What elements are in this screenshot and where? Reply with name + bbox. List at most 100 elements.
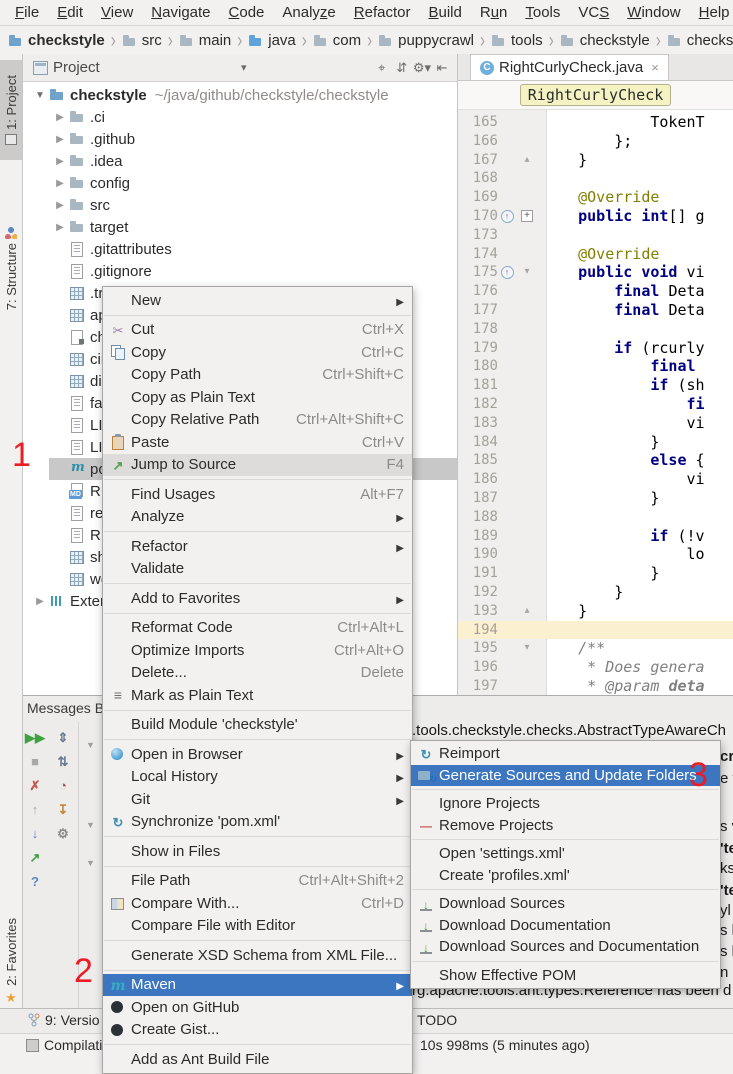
menu-bar-item[interactable]: Navigate: [142, 3, 219, 22]
tree-collapse-arrow-icon[interactable]: ▼: [86, 820, 95, 830]
code-line[interactable]: 181 if (sh: [458, 376, 733, 395]
tool-stripe-project-tab[interactable]: 1: Project: [0, 60, 22, 160]
suspend-icon[interactable]: ◔: [52, 774, 74, 798]
context-menu-item[interactable]: New: [103, 289, 412, 312]
context-menu-item[interactable]: Copy Relative Path Ctrl+Alt+Shift+C: [103, 409, 412, 432]
breadcrumb-item[interactable]: src ›: [122, 32, 179, 49]
context-menu-item[interactable]: Generate XSD Schema from XML File...: [103, 944, 412, 967]
menu-bar-item[interactable]: Build: [419, 3, 470, 22]
code-line[interactable]: 165 TokenT: [458, 113, 733, 132]
code-line[interactable]: 182 fi: [458, 395, 733, 414]
code-line[interactable]: 176 final Deta: [458, 282, 733, 301]
code-line[interactable]: 197 * @param deta: [458, 677, 733, 695]
fold-marker-icon[interactable]: [516, 639, 538, 658]
tree-row[interactable]: .idea: [23, 150, 457, 172]
tree-row[interactable]: config: [23, 172, 457, 194]
tree-row[interactable]: src: [23, 194, 457, 216]
context-menu-item[interactable]: Copy as Plain Text: [103, 386, 412, 409]
context-menu-item[interactable]: Analyze: [103, 506, 412, 529]
context-menu-item[interactable]: Open on GitHub: [103, 996, 412, 1019]
code-line[interactable]: 192 }: [458, 583, 733, 602]
context-menu-item[interactable]: Validate: [103, 558, 412, 581]
context-menu-item[interactable]: Maven: [103, 974, 412, 997]
breadcrumb-item[interactable]: java ›: [248, 32, 313, 49]
tool-stripe-favorites-tab[interactable]: 2: Favorites ★: [0, 907, 22, 1017]
context-menu-item[interactable]: Synchronize 'pom.xml': [103, 811, 412, 834]
version-control-tab[interactable]: 9: Versio: [28, 1012, 99, 1028]
tree-expand-arrow-icon[interactable]: [51, 200, 69, 211]
tree-expand-arrow-icon[interactable]: [51, 178, 69, 189]
tree-expand-arrow-icon[interactable]: [51, 222, 69, 233]
stop-icon[interactable]: ■: [24, 750, 46, 774]
context-menu-item[interactable]: Add as Ant Build File: [103, 1048, 412, 1071]
context-menu-item[interactable]: Add to Favorites: [103, 587, 412, 610]
code-line[interactable]: 175 public void vi: [458, 263, 733, 282]
tree-expand-arrow-icon[interactable]: [31, 90, 49, 101]
compilation-status[interactable]: Compilatio: [26, 1037, 110, 1053]
help-icon[interactable]: ?: [24, 870, 46, 894]
code-line[interactable]: 193 }: [458, 602, 733, 621]
editor-breadcrumb-badge[interactable]: RightCurlyCheck: [520, 84, 671, 106]
menu-bar-item[interactable]: Code: [220, 3, 274, 22]
context-menu-item[interactable]: Create Gist...: [103, 1019, 412, 1042]
code-line[interactable]: 185 else {: [458, 451, 733, 470]
tree-row[interactable]: .gitignore: [23, 260, 457, 282]
context-menu-item[interactable]: Delete... Delete: [103, 662, 412, 685]
export-icon[interactable]: ↗: [24, 846, 46, 870]
override-method-icon[interactable]: [498, 210, 516, 223]
hide-panel-icon[interactable]: ⇤: [433, 60, 451, 76]
code-line[interactable]: 173: [458, 226, 733, 245]
tree-expand-arrow-icon[interactable]: [51, 134, 69, 145]
submenu-item[interactable]: Reimport: [411, 743, 720, 765]
breadcrumb-item[interactable]: main ›: [179, 32, 249, 49]
menu-bar-item[interactable]: Analyze: [273, 3, 344, 22]
context-menu-item[interactable]: Paste Ctrl+V: [103, 431, 412, 454]
todo-tab[interactable]: TODO: [417, 1012, 457, 1028]
code-line[interactable]: 179 if (rcurly: [458, 339, 733, 358]
import-icon[interactable]: ↧: [52, 798, 74, 822]
code-line[interactable]: 196 * Does genera: [458, 658, 733, 677]
code-line[interactable]: 188: [458, 508, 733, 527]
next-message-icon[interactable]: ↓: [24, 822, 46, 846]
menu-bar-item[interactable]: File: [6, 3, 48, 22]
code-line[interactable]: 169 @Override: [458, 188, 733, 207]
tree-expand-arrow-icon[interactable]: [51, 156, 69, 167]
code-line[interactable]: 184 }: [458, 433, 733, 452]
context-menu-item[interactable]: File Path Ctrl+Alt+Shift+2: [103, 870, 412, 893]
rerun-icon[interactable]: ▶▶: [24, 726, 46, 750]
context-menu-item[interactable]: Build Module 'checkstyle': [103, 714, 412, 737]
code-line[interactable]: 180 final: [458, 357, 733, 376]
menu-bar-item[interactable]: Window: [618, 3, 689, 22]
context-menu-item[interactable]: Open in Browser: [103, 743, 412, 766]
tab-close-icon[interactable]: ×: [651, 60, 659, 75]
context-menu-item[interactable]: Optimize Imports Ctrl+Alt+O: [103, 639, 412, 662]
settings-icon[interactable]: ⚙▾: [413, 60, 431, 76]
submenu-item[interactable]: Download Documentation: [411, 915, 720, 937]
tree-row[interactable]: target: [23, 216, 457, 238]
expand-all-icon[interactable]: ⇕: [52, 726, 74, 750]
context-menu-item[interactable]: Jump to Source F4: [103, 454, 412, 477]
context-menu-item[interactable]: Mark as Plain Text: [103, 684, 412, 707]
context-menu-item[interactable]: Compare With... Ctrl+D: [103, 892, 412, 915]
fold-marker-icon[interactable]: [516, 602, 538, 621]
tool-stripe-structure-tab[interactable]: 7: Structure: [0, 214, 22, 324]
context-menu-item[interactable]: Compare File with Editor: [103, 915, 412, 938]
context-menu-item[interactable]: Git: [103, 788, 412, 811]
submenu-item[interactable]: Download Sources and Documentation: [411, 936, 720, 958]
tree-row[interactable]: .github: [23, 128, 457, 150]
tree-row[interactable]: .gitattributes: [23, 238, 457, 260]
fold-marker-icon[interactable]: [516, 151, 538, 170]
code-line[interactable]: 166 };: [458, 132, 733, 151]
collapse-all-icon[interactable]: ⇵: [393, 60, 411, 76]
previous-message-icon[interactable]: ↑: [24, 798, 46, 822]
submenu-item[interactable]: Open 'settings.xml': [411, 843, 720, 865]
tree-expand-arrow-icon[interactable]: [31, 596, 49, 607]
submenu-item[interactable]: Remove Projects: [411, 815, 720, 837]
context-menu-item[interactable]: Local History: [103, 766, 412, 789]
code-line[interactable]: 195 /**: [458, 639, 733, 658]
context-menu-item[interactable]: Show in Files: [103, 840, 412, 863]
code-line[interactable]: 167 }: [458, 151, 733, 170]
submenu-item[interactable]: Ignore Projects: [411, 793, 720, 815]
code-line[interactable]: 168: [458, 169, 733, 188]
code-line[interactable]: 177 final Deta: [458, 301, 733, 320]
